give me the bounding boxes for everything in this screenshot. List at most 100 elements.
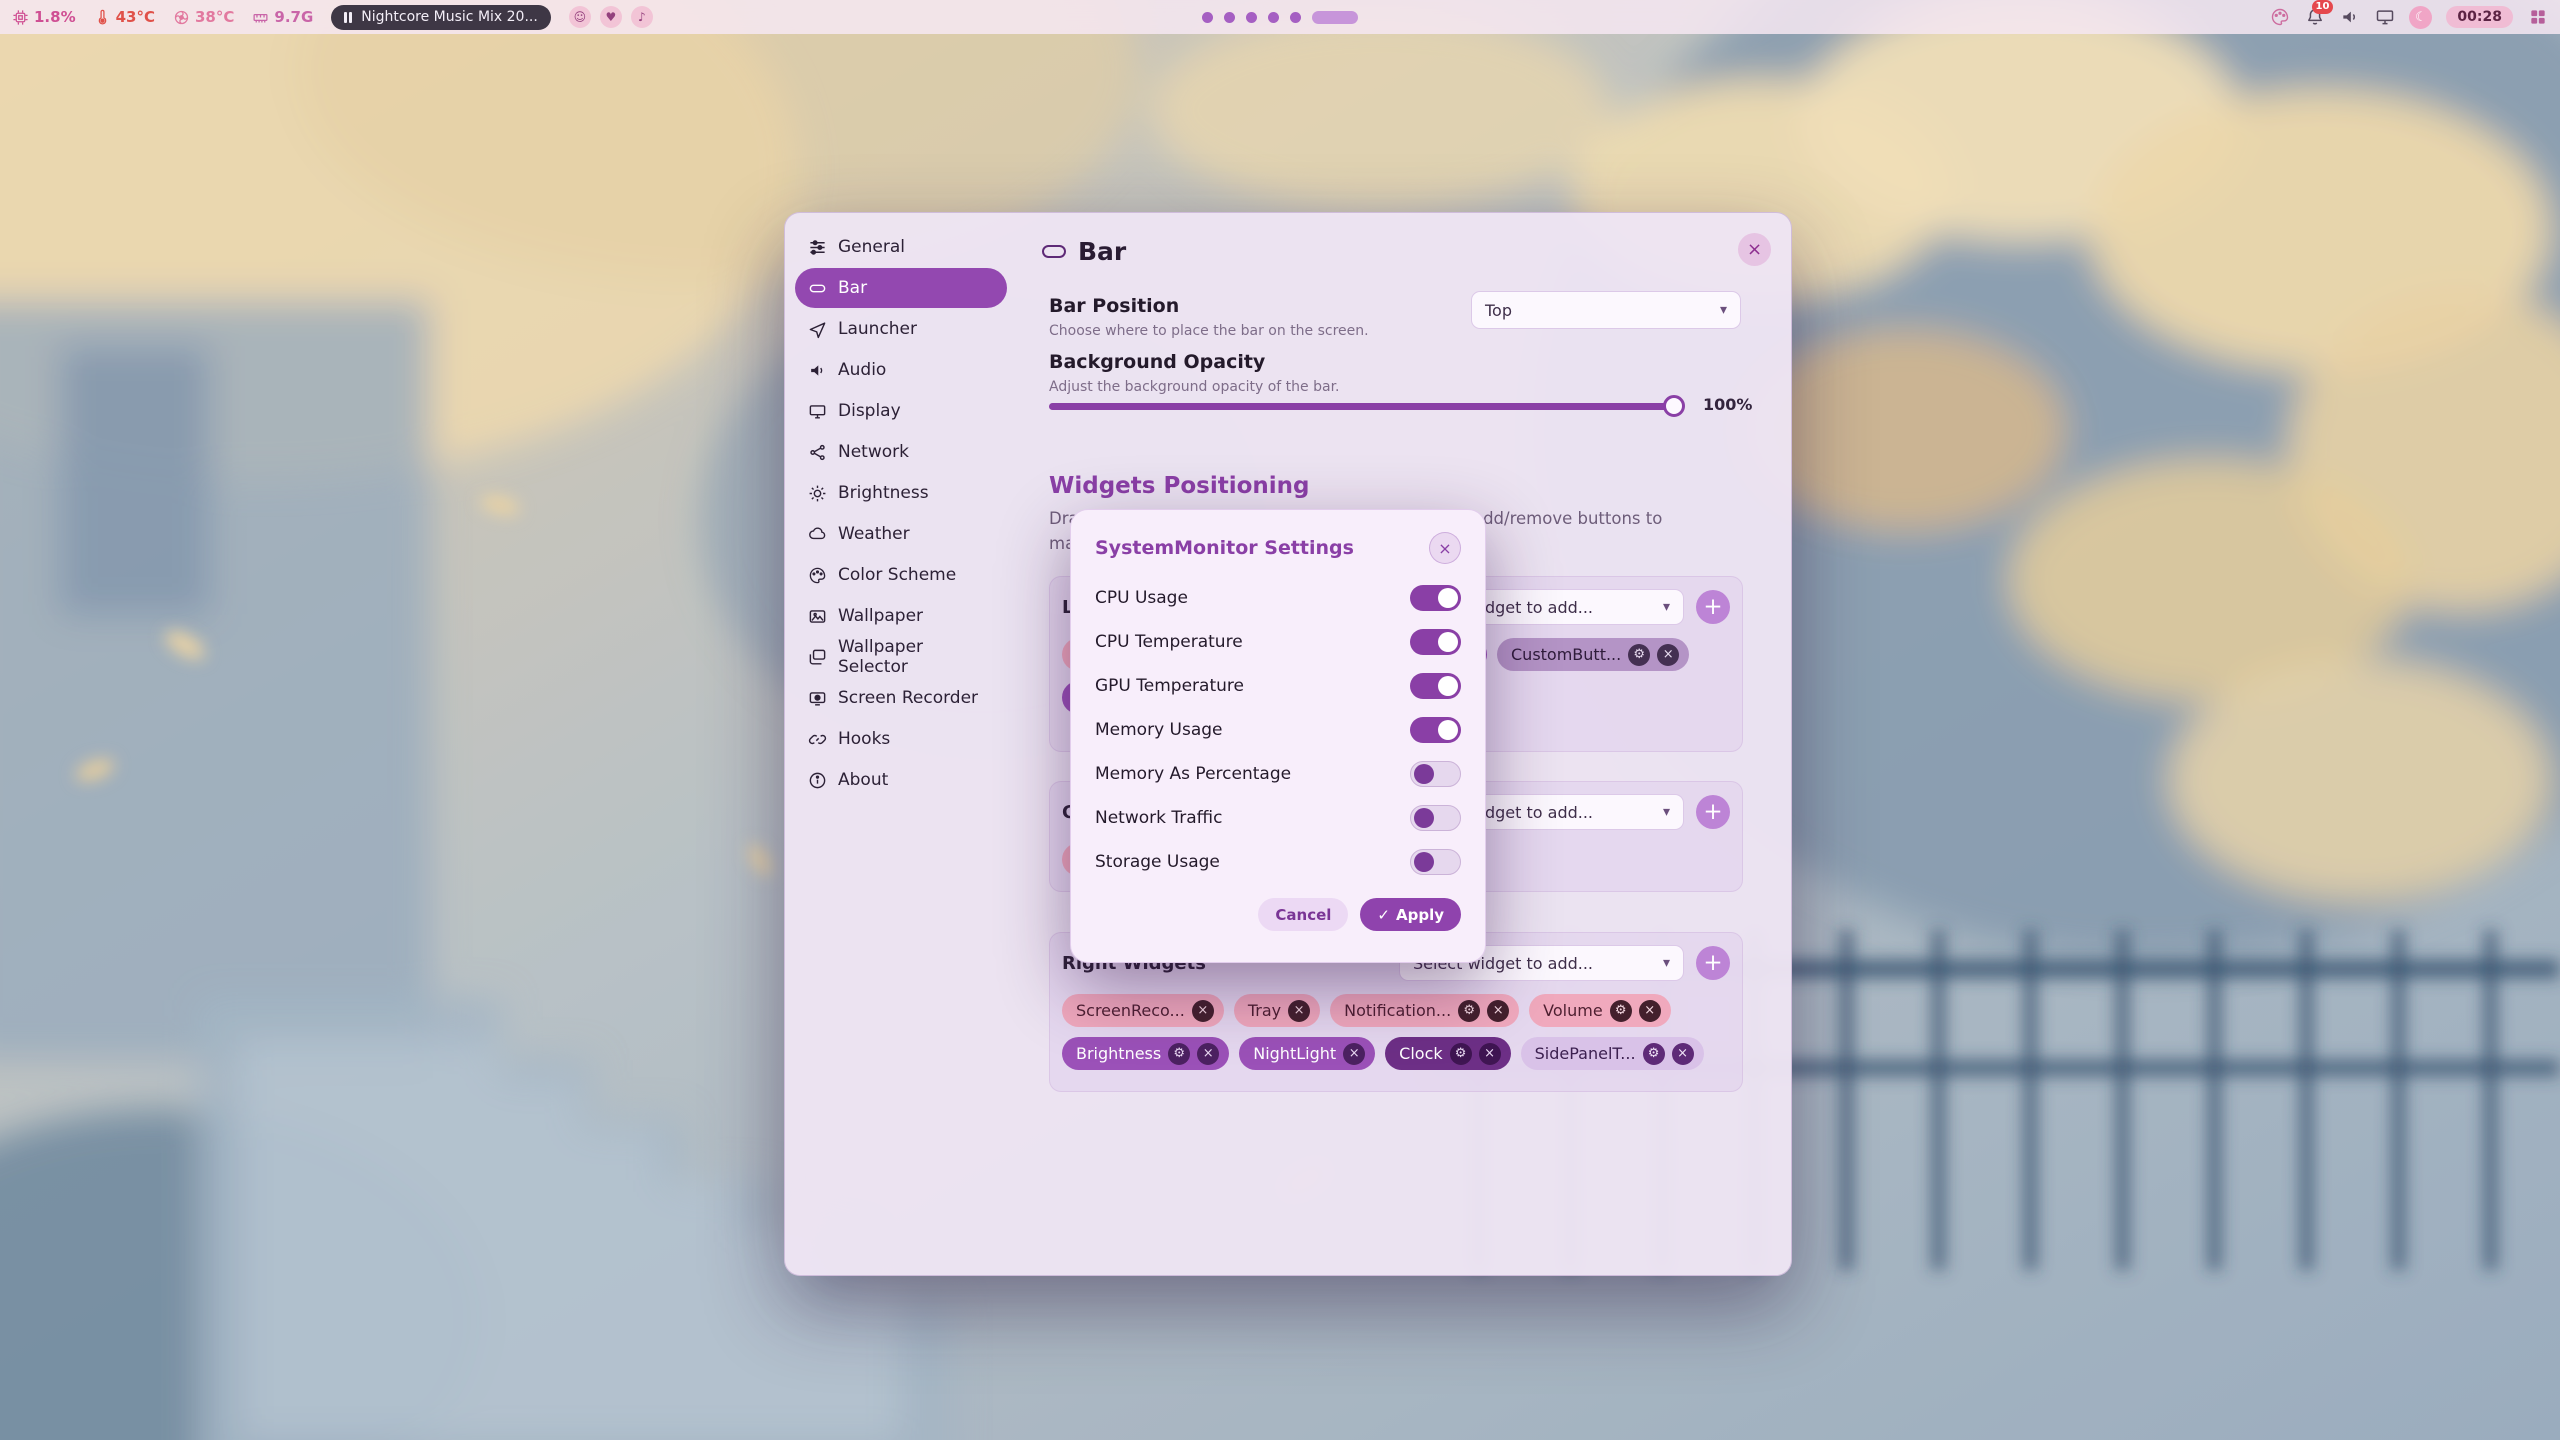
window-close-button[interactable]: × xyxy=(1738,233,1771,266)
chip-remove-icon[interactable]: × xyxy=(1197,1043,1219,1065)
toggle-label: Network Traffic xyxy=(1095,808,1222,828)
sidebar-item-label: Brightness xyxy=(838,483,929,503)
workspace-dot[interactable] xyxy=(1290,12,1301,23)
workspace-dot[interactable] xyxy=(1224,12,1235,23)
bar-quick-button-3[interactable]: ♪ xyxy=(631,6,653,28)
center-widgets-add-button[interactable]: + xyxy=(1696,795,1730,829)
media-title: Nightcore Music Mix 20... xyxy=(361,9,538,25)
bar-quick-buttons: ☺ ♥ ♪ xyxy=(569,6,653,28)
chip-remove-icon[interactable]: × xyxy=(1343,1043,1365,1065)
sidebar-item-network[interactable]: Network xyxy=(795,432,1007,472)
modal-close-button[interactable]: × xyxy=(1429,532,1461,564)
chip-remove-icon[interactable]: × xyxy=(1657,644,1679,666)
widget-chip-custombutt[interactable]: CustomButt... ⚙ × xyxy=(1497,638,1689,671)
widget-chip-clock[interactable]: Clock ⚙ × xyxy=(1385,1037,1510,1070)
sidebar-item-label: Screen Recorder xyxy=(838,688,978,708)
workspace-active-pill[interactable] xyxy=(1312,11,1358,24)
chip-settings-icon[interactable]: ⚙ xyxy=(1450,1043,1472,1065)
chip-label: Notification... xyxy=(1344,1001,1451,1020)
sidebar-item-hooks[interactable]: Hooks xyxy=(795,719,1007,759)
chip-settings-icon[interactable]: ⚙ xyxy=(1610,1000,1632,1022)
record-icon xyxy=(808,689,827,708)
system-monitor-settings-modal: SystemMonitor Settings × CPU UsageCPU Te… xyxy=(1070,509,1486,963)
night-light-toggle[interactable]: ☾ xyxy=(2409,6,2432,29)
toggle-thumb xyxy=(1414,764,1434,784)
pause-icon xyxy=(344,12,352,23)
sidebar-item-launcher[interactable]: Launcher xyxy=(795,309,1007,349)
hook-icon xyxy=(808,730,827,749)
sidebar-item-display[interactable]: Display xyxy=(795,391,1007,431)
toggle-row-storage-usage: Storage Usage xyxy=(1095,840,1461,884)
cancel-button[interactable]: Cancel xyxy=(1258,898,1348,931)
toggle-storage-usage[interactable] xyxy=(1410,849,1461,875)
media-player-module[interactable]: Nightcore Music Mix 20... xyxy=(331,5,551,30)
cpu-usage-module[interactable]: 1.8% xyxy=(12,8,76,26)
sidebar-item-label: Network xyxy=(838,442,909,462)
volume-button[interactable] xyxy=(2339,7,2360,28)
bar-position-dropdown[interactable]: Top ▾ xyxy=(1471,291,1741,329)
sidebar-item-wallpaper[interactable]: Wallpaper xyxy=(795,596,1007,636)
bar-right-modules: 10 ☾ 00:28 xyxy=(2269,6,2548,29)
gpu-fan-icon xyxy=(173,9,190,26)
chip-label: CustomButt... xyxy=(1511,645,1621,664)
right-widgets-add-button[interactable]: + xyxy=(1696,946,1730,980)
clock-module[interactable]: 00:28 xyxy=(2446,6,2513,28)
toggle-network-traffic[interactable] xyxy=(1410,805,1461,831)
toggle-label: CPU Temperature xyxy=(1095,632,1243,652)
toggle-thumb xyxy=(1438,632,1458,652)
bar-quick-button-1[interactable]: ☺ xyxy=(569,6,591,28)
sidebar-item-audio[interactable]: Audio xyxy=(795,350,1007,390)
speaker-icon xyxy=(2340,7,2360,27)
notifications-button[interactable]: 10 xyxy=(2304,7,2325,28)
widget-chip-brightness[interactable]: Brightness⚙× xyxy=(1062,1037,1229,1070)
widget-chip-nightlight[interactable]: NightLight× xyxy=(1239,1037,1375,1070)
chip-remove-icon[interactable]: × xyxy=(1487,1000,1509,1022)
toggle-gpu-temperature[interactable] xyxy=(1410,673,1461,699)
widget-chip-sidepanelt[interactable]: SidePanelT...⚙× xyxy=(1521,1037,1704,1070)
toggle-memory-as-percentage[interactable] xyxy=(1410,761,1461,787)
chip-settings-icon[interactable]: ⚙ xyxy=(1628,644,1650,666)
sidebar-item-bar[interactable]: Bar xyxy=(795,268,1007,308)
apply-button[interactable]: ✓ Apply xyxy=(1360,898,1461,931)
memory-module[interactable]: 9.7G xyxy=(252,8,313,26)
chip-label: Clock xyxy=(1399,1044,1442,1063)
left-widgets-add-button[interactable]: + xyxy=(1696,590,1730,624)
toggle-cpu-temperature[interactable] xyxy=(1410,629,1461,655)
sidebar-item-brightness[interactable]: Brightness xyxy=(795,473,1007,513)
workspace-dot[interactable] xyxy=(1202,12,1213,23)
widget-chip-screenreco[interactable]: ScreenReco...× xyxy=(1062,994,1224,1027)
app-launcher-button[interactable] xyxy=(2527,7,2548,28)
widget-chip-volume[interactable]: Volume⚙× xyxy=(1529,994,1671,1027)
chip-remove-icon[interactable]: × xyxy=(1672,1043,1694,1065)
widget-chip-notification[interactable]: Notification... ⚙ × xyxy=(1330,994,1519,1027)
color-picker-button[interactable] xyxy=(2269,7,2290,28)
sidebar-item-weather[interactable]: Weather xyxy=(795,514,1007,554)
workspace-indicator xyxy=(1202,0,1358,34)
sidebar-item-screen-recorder[interactable]: Screen Recorder xyxy=(795,678,1007,718)
sidebar-item-color-scheme[interactable]: Color Scheme xyxy=(795,555,1007,595)
toggle-cpu-usage[interactable] xyxy=(1410,585,1461,611)
sidebar-item-label: Hooks xyxy=(838,729,890,749)
sidebar-item-general[interactable]: General xyxy=(795,227,1007,267)
toggle-memory-usage[interactable] xyxy=(1410,717,1461,743)
slider-handle[interactable] xyxy=(1663,395,1685,417)
opacity-slider[interactable] xyxy=(1049,397,1683,415)
widget-chip-tray[interactable]: Tray× xyxy=(1234,994,1320,1027)
gpu-temp-module[interactable]: 38°C xyxy=(173,8,234,26)
chip-settings-icon[interactable]: ⚙ xyxy=(1458,1000,1480,1022)
chip-remove-icon[interactable]: × xyxy=(1479,1043,1501,1065)
cpu-temp-module[interactable]: 43°C xyxy=(94,8,155,26)
display-button[interactable] xyxy=(2374,7,2395,28)
chip-settings-icon[interactable]: ⚙ xyxy=(1168,1043,1190,1065)
chip-remove-icon[interactable]: × xyxy=(1288,1000,1310,1022)
bar-quick-button-2[interactable]: ♥ xyxy=(600,6,622,28)
sidebar-item-wallpaper-selector[interactable]: Wallpaper Selector xyxy=(795,637,1007,677)
chip-settings-icon[interactable]: ⚙ xyxy=(1643,1043,1665,1065)
sidebar-item-about[interactable]: About xyxy=(795,760,1007,800)
chip-remove-icon[interactable]: × xyxy=(1192,1000,1214,1022)
right-widgets-chips: ScreenReco...×Tray×Notification...⚙×Volu… xyxy=(1062,994,1730,1070)
chip-remove-icon[interactable]: × xyxy=(1639,1000,1661,1022)
workspace-dot[interactable] xyxy=(1246,12,1257,23)
workspace-dot[interactable] xyxy=(1268,12,1279,23)
bar-position-value: Top xyxy=(1485,301,1512,320)
